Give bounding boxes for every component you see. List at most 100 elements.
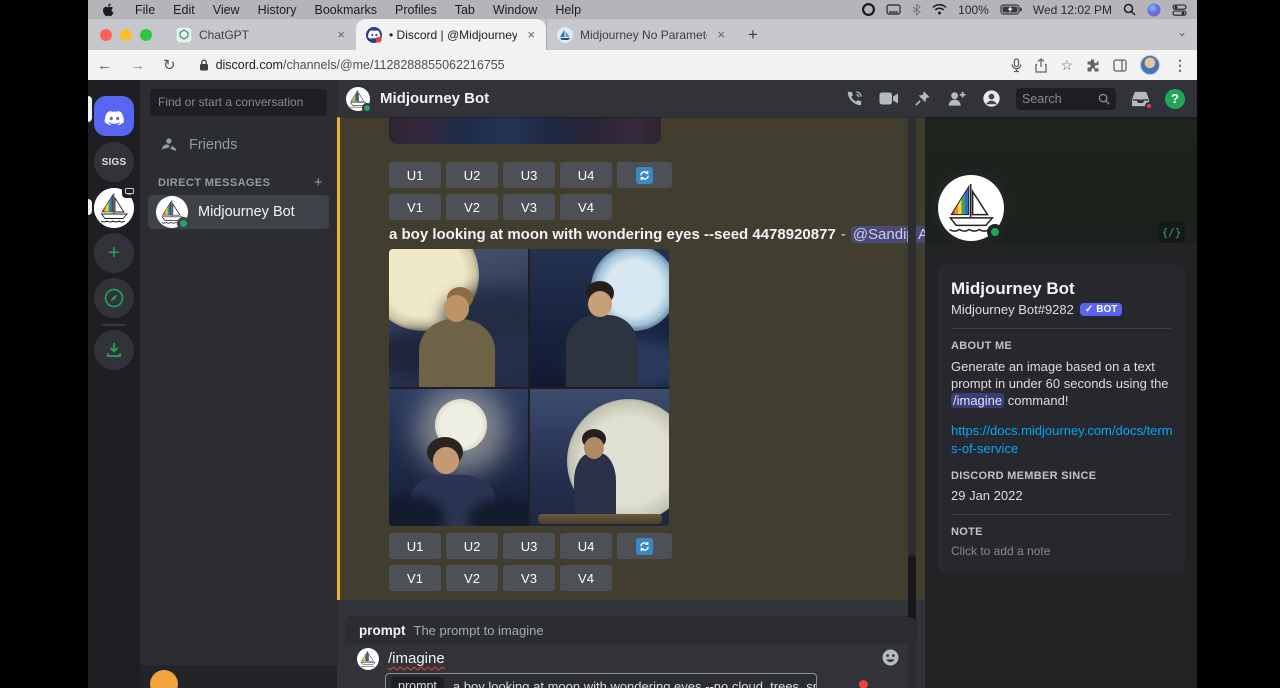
generated-image-grid-partial[interactable]	[389, 117, 661, 144]
tab-chatgpt[interactable]: ChatGPT ×	[166, 19, 356, 50]
close-window-button[interactable]	[100, 29, 112, 41]
tab-discord[interactable]: • Discord | @Midjourney Bot ×	[356, 19, 546, 50]
menubar-item-window[interactable]: Window	[484, 3, 546, 17]
chrome-profile-avatar[interactable]	[1140, 55, 1160, 75]
rail-divider	[102, 324, 126, 326]
search-input[interactable]: Search	[1016, 88, 1116, 110]
pin-icon[interactable]	[914, 90, 931, 107]
tab-close-icon[interactable]: ×	[334, 27, 348, 42]
forward-button[interactable]: →	[121, 57, 154, 74]
discord-home-button[interactable]	[94, 96, 134, 136]
grid-image-4	[530, 389, 669, 527]
u3-button[interactable]: U3	[503, 533, 555, 559]
slash-command-hint[interactable]: prompt The prompt to imagine	[345, 617, 917, 644]
menubar-item-view[interactable]: View	[204, 3, 249, 17]
menubar-item-file[interactable]: File	[126, 3, 164, 17]
explore-servers-button[interactable]	[94, 278, 134, 318]
profile-avatar[interactable]	[938, 175, 1004, 241]
member-since-date: 29 Jan 2022	[951, 488, 1171, 503]
video-call-icon[interactable]	[879, 91, 899, 106]
imagine-command-chip[interactable]: /imagine	[951, 393, 1004, 408]
u1-button[interactable]: U1	[389, 162, 441, 188]
new-tab-button[interactable]: +	[736, 19, 770, 50]
slash-command-text[interactable]: /imagine	[388, 650, 445, 667]
u2-button[interactable]: U2	[446, 533, 498, 559]
v1-button[interactable]: V1	[389, 565, 441, 591]
menubar-item-bookmarks[interactable]: Bookmarks	[305, 3, 386, 17]
menubar-item-history[interactable]: History	[249, 3, 306, 17]
url-path: /channels/@me/1128288855062216755	[283, 58, 505, 72]
emoji-picker-button[interactable]	[881, 648, 900, 672]
display-icon[interactable]	[886, 4, 901, 16]
v2-button[interactable]: V2	[446, 194, 498, 220]
prompt-option-input[interactable]: prompt a boy looking at moon with wonder…	[385, 673, 817, 688]
v4-button[interactable]: V4	[560, 194, 612, 220]
u4-button[interactable]: U4	[560, 533, 612, 559]
v2-button[interactable]: V2	[446, 565, 498, 591]
bluetooth-icon[interactable]	[912, 3, 921, 16]
composer-bot-avatar	[357, 648, 379, 670]
grid-image-2	[530, 249, 669, 387]
u2-button[interactable]: U2	[446, 162, 498, 188]
tab-close-icon[interactable]: ×	[524, 27, 538, 42]
apple-menu-icon[interactable]	[102, 3, 114, 17]
option-label: prompt	[391, 677, 444, 688]
screenshot-frame: Chrome File Edit View History Bookmarks …	[0, 0, 1280, 688]
server-rail: SIGS +	[88, 80, 140, 688]
terms-of-service-link[interactable]: https://docs.midjourney.com/docs/terms-o…	[951, 422, 1177, 458]
siri-icon[interactable]	[1147, 3, 1161, 17]
menubar-item-edit[interactable]: Edit	[164, 3, 204, 17]
create-dm-icon[interactable]: +	[314, 174, 323, 191]
side-panel-icon[interactable]	[1113, 59, 1127, 72]
variation-button-row: V1 V2 V3 V4	[389, 565, 612, 591]
v3-button[interactable]: V3	[503, 194, 555, 220]
wifi-icon[interactable]	[932, 4, 947, 15]
download-apps-button[interactable]	[94, 330, 134, 370]
address-bar[interactable]: discord.com/channels/@me/112828885506221…	[199, 58, 1012, 72]
bookmark-star-icon[interactable]: ☆	[1060, 57, 1073, 74]
user-profile-toggle-icon[interactable]	[982, 89, 1001, 108]
menubar-clock[interactable]: Wed 12:02 PM	[1033, 3, 1112, 17]
minimize-window-button[interactable]	[120, 29, 132, 41]
generated-image-grid[interactable]	[389, 249, 669, 526]
mic-icon[interactable]	[1011, 58, 1022, 73]
menubar-item-help[interactable]: Help	[546, 3, 590, 17]
tab-midjourney[interactable]: Midjourney No Parameter ×	[546, 19, 736, 50]
server-icon-sigs[interactable]: SIGS	[94, 142, 134, 182]
reroll-button[interactable]	[617, 533, 672, 559]
home-indicator-pill	[88, 96, 92, 122]
chrome-menu-icon[interactable]: ⋮	[1173, 57, 1187, 74]
tab-close-icon[interactable]: ×	[714, 27, 728, 42]
user-avatar[interactable]	[150, 670, 178, 688]
add-server-button[interactable]: +	[94, 233, 134, 273]
control-center-icon[interactable]	[1172, 4, 1187, 16]
inbox-button[interactable]	[1131, 90, 1150, 108]
dm-item-midjourney-bot[interactable]: Midjourney Bot	[148, 195, 329, 229]
menubar-item-tab[interactable]: Tab	[446, 3, 484, 17]
v3-button[interactable]: V3	[503, 565, 555, 591]
note-input[interactable]: Click to add a note	[951, 544, 1171, 558]
reload-button[interactable]: ↻	[154, 56, 185, 74]
reroll-button[interactable]	[617, 162, 672, 188]
conversation-search-button[interactable]: Find or start a conversation	[150, 89, 327, 115]
u3-button[interactable]: U3	[503, 162, 555, 188]
help-button[interactable]: ?	[1165, 89, 1185, 109]
spotlight-search-icon[interactable]	[1123, 3, 1136, 16]
tab-search-chevron-icon[interactable]: ⌄	[1177, 25, 1187, 39]
add-friend-to-dm-icon[interactable]	[946, 90, 967, 107]
back-button[interactable]: ←	[88, 57, 121, 74]
u1-button[interactable]: U1	[389, 533, 441, 559]
menubar-item-profiles[interactable]: Profiles	[386, 3, 446, 17]
sidebar-item-friends[interactable]: Friends	[148, 130, 329, 160]
u4-button[interactable]: U4	[560, 162, 612, 188]
extensions-puzzle-icon[interactable]	[1086, 58, 1100, 72]
voice-call-icon[interactable]	[845, 89, 864, 108]
v4-button[interactable]: V4	[560, 565, 612, 591]
share-icon[interactable]	[1035, 58, 1047, 73]
channel-title: Midjourney Bot	[380, 90, 489, 107]
zoom-window-button[interactable]	[140, 29, 152, 41]
online-status-dot	[177, 217, 190, 230]
server-icon-midjourney[interactable]	[94, 188, 134, 228]
v1-button[interactable]: V1	[389, 194, 441, 220]
record-icon[interactable]	[862, 3, 875, 16]
